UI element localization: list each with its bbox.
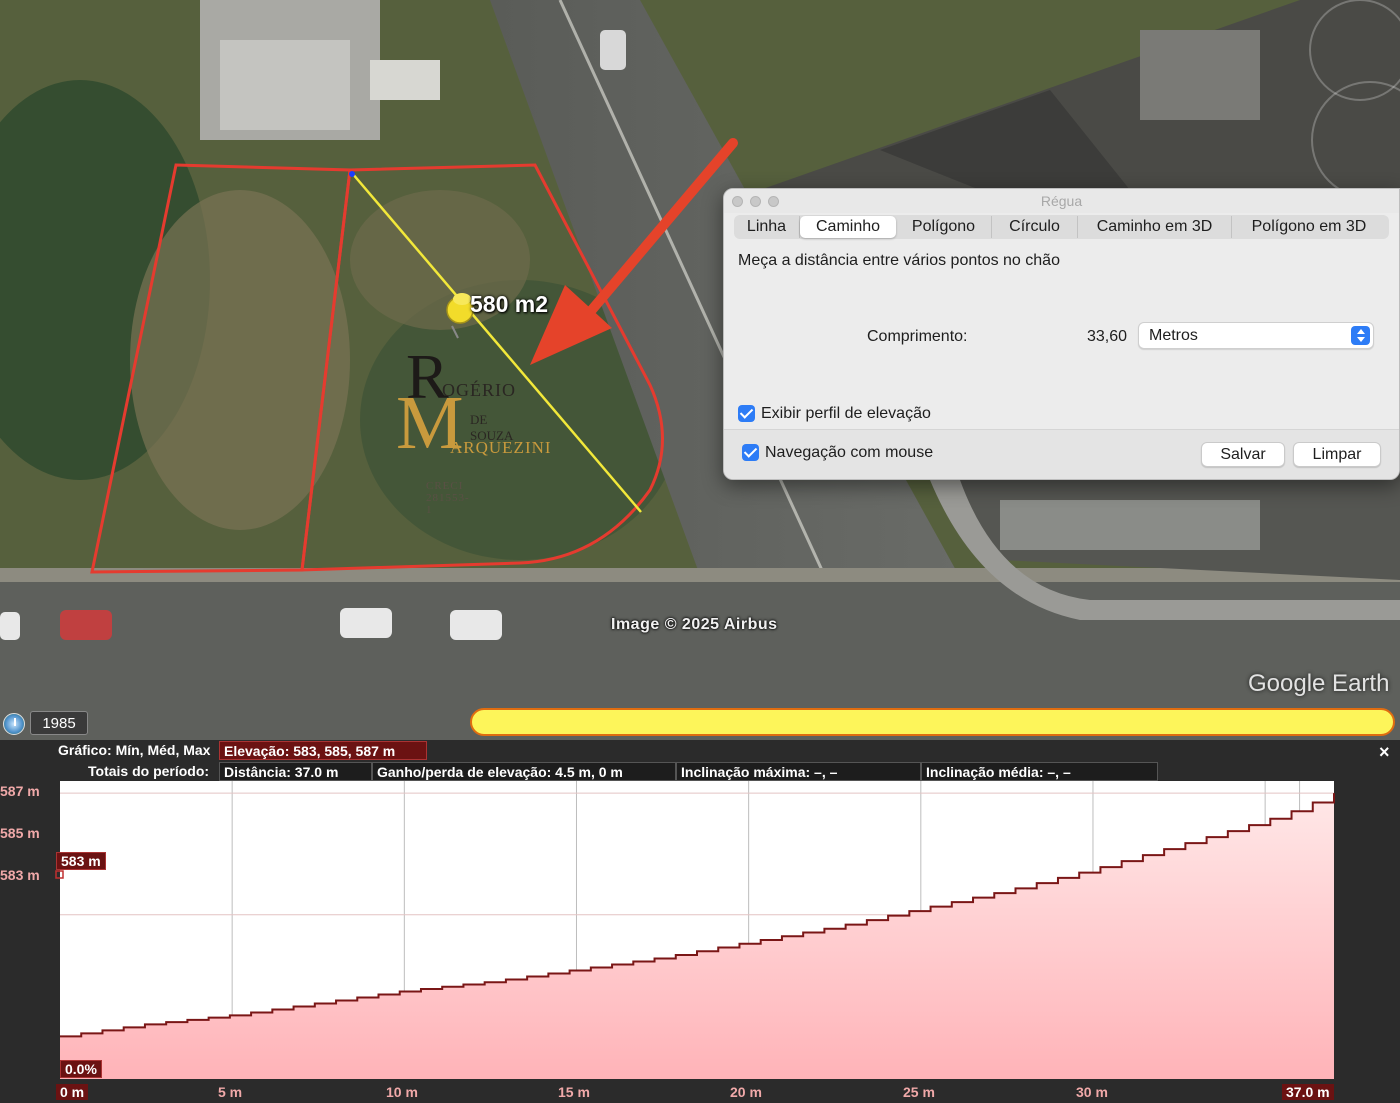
- x-tick-label: 0 m: [56, 1084, 89, 1100]
- ruler-window: Régua Linha Caminho Polígono Círculo Cam…: [723, 188, 1400, 480]
- elevation-profile-panel: [0, 740, 1400, 1103]
- x-tick-label: 5 m: [218, 1084, 243, 1100]
- unit-select-value: Metros: [1149, 327, 1198, 344]
- imagery-year-badge[interactable]: 1985: [30, 711, 88, 735]
- y-tick-label: 587 m: [0, 783, 40, 799]
- start-elevation-marker: 583 m: [56, 852, 106, 870]
- ruler-titlebar[interactable]: Régua: [724, 189, 1399, 213]
- historical-imagery-icon[interactable]: [3, 713, 25, 735]
- imagery-attribution: Image © 2025 Airbus: [611, 616, 778, 633]
- watermark-creci: CRECI 281553-1: [426, 480, 470, 516]
- x-tick-label: 20 m: [730, 1084, 762, 1100]
- length-label: Comprimento:: [867, 328, 968, 345]
- tab-poligono-3d[interactable]: Polígono em 3D: [1232, 216, 1386, 238]
- max-slope-stat: Inclinação máxima: –, –: [676, 762, 921, 781]
- x-tick-label: 25 m: [903, 1084, 935, 1100]
- tab-poligono[interactable]: Polígono: [896, 216, 992, 238]
- tab-linha[interactable]: Linha: [734, 216, 800, 238]
- tab-circulo[interactable]: Círculo: [992, 216, 1078, 238]
- show-elevation-label: Exibir perfil de elevação: [761, 405, 931, 422]
- ruler-description: Meça a distância entre vários pontos no …: [738, 252, 1060, 269]
- avg-slope-stat: Inclinação média: –, –: [921, 762, 1158, 781]
- x-tick-label: 30 m: [1076, 1084, 1108, 1100]
- clear-button[interactable]: Limpar: [1293, 442, 1381, 467]
- mouse-navigation-checkbox[interactable]: [742, 444, 759, 461]
- tab-caminho[interactable]: Caminho: [800, 216, 896, 238]
- close-profile-icon[interactable]: ×: [1379, 742, 1390, 763]
- x-tick-label: 15 m: [558, 1084, 590, 1100]
- period-totals-label: Totais do período:: [88, 763, 210, 779]
- timeline-slider[interactable]: [470, 708, 1395, 736]
- save-button[interactable]: Salvar: [1201, 442, 1285, 467]
- chevron-up-down-icon: [1351, 326, 1370, 345]
- length-value: 33,60: [1087, 328, 1128, 345]
- window-title: Régua: [1040, 193, 1083, 209]
- gain-loss-stat: Ganho/perda de elevação: 4.5 m, 0 m: [372, 762, 676, 781]
- tab-caminho-3d[interactable]: Caminho em 3D: [1078, 216, 1232, 238]
- show-elevation-checkbox[interactable]: [738, 405, 755, 422]
- ruler-tabs: Linha Caminho Polígono Círculo Caminho e…: [734, 215, 1389, 239]
- elevation-stat: Elevação: 583, 585, 587 m: [219, 741, 427, 760]
- unit-select[interactable]: Metros: [1138, 322, 1374, 349]
- y-tick-label: 583 m: [0, 867, 40, 883]
- distance-stat: Distância: 37.0 m: [219, 762, 372, 781]
- chart-minmax-label: Gráfico: Mín, Méd, Max: [58, 742, 211, 758]
- slope-marker: 0.0%: [60, 1060, 102, 1078]
- y-tick-label: 585 m: [0, 825, 40, 841]
- x-tick-label: 37.0 m: [1282, 1084, 1334, 1100]
- x-tick-label: 10 m: [386, 1084, 418, 1100]
- area-label: 580 m2: [470, 291, 549, 317]
- watermark-r: R: [406, 341, 449, 412]
- watermark-arquezini: ARQUEZINI: [450, 438, 552, 457]
- google-earth-logo: Google Earth: [1248, 670, 1390, 697]
- mouse-navigation-label: Navegação com mouse: [765, 444, 934, 461]
- watermark-ogerio: OGÉRIO: [442, 380, 516, 400]
